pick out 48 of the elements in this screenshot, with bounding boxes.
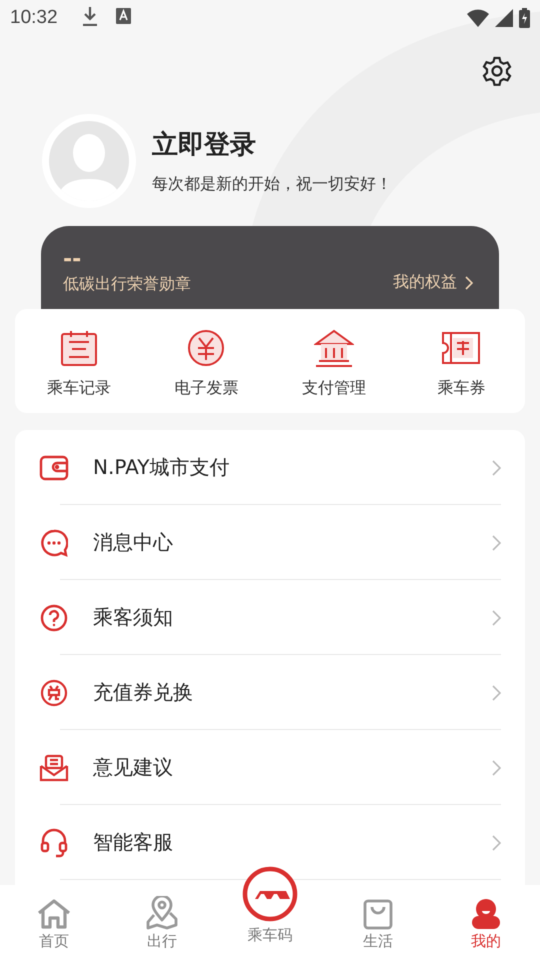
tab[interactable]: 乘车码 — [216, 867, 324, 960]
tab[interactable]: 我的 — [432, 885, 540, 960]
benefits-link[interactable]: 我的权益 — [393, 272, 473, 309]
badge-label: 低碳出行荣誉勋章 — [63, 274, 191, 295]
mail-icon — [39, 754, 69, 782]
calendar-list-icon — [60, 328, 98, 366]
menu-item[interactable]: 消息中心 — [93, 529, 492, 556]
shortcut-label[interactable]: 乘车记录 — [46, 378, 111, 398]
tab[interactable]: 生活 — [324, 885, 432, 960]
chat-bubble-icon — [40, 528, 68, 556]
menu-item[interactable]: 意见建议 — [93, 754, 492, 781]
chevron-right-icon — [465, 276, 473, 290]
wallet-icon — [39, 454, 69, 480]
yen-coin-icon — [187, 328, 226, 366]
chevron-right-icon — [492, 834, 501, 850]
exchange-coin-icon — [40, 678, 68, 706]
user-icon — [470, 898, 502, 930]
signal-icon — [495, 9, 513, 27]
ticket-icon — [441, 330, 482, 364]
clock: 10:32 — [10, 7, 58, 29]
menu-item[interactable]: 智能客服 — [93, 829, 492, 856]
chevron-right-icon — [492, 610, 501, 626]
headset-icon — [40, 828, 68, 858]
download-icon — [82, 6, 98, 26]
shortcut-label[interactable]: 乘车券 — [437, 378, 486, 398]
settings-icon[interactable] — [482, 56, 512, 86]
menu-item[interactable]: 充值券兑换 — [93, 679, 492, 706]
tab[interactable]: 出行 — [108, 885, 216, 960]
chevron-right-icon — [492, 460, 501, 476]
bank-icon — [314, 328, 354, 366]
battery-icon — [519, 8, 530, 28]
chevron-right-icon — [492, 684, 501, 700]
greeting-text: 每次都是新的开始，祝一切安好！ — [152, 174, 392, 195]
home-icon — [36, 898, 72, 930]
map-pin-icon — [146, 896, 178, 930]
keyboard-notification-icon — [116, 8, 131, 24]
login-title[interactable]: 立即登录 — [152, 127, 392, 162]
menu-item[interactable]: 乘客须知 — [93, 604, 492, 631]
shopping-bag-icon — [362, 898, 394, 930]
badge-value: -- — [63, 248, 82, 272]
menu-item[interactable]: N.PAY城市支付 — [93, 454, 492, 481]
tab[interactable]: 首页 — [0, 885, 108, 960]
question-icon — [40, 604, 68, 632]
wifi-icon — [467, 9, 489, 27]
chevron-right-icon — [492, 760, 501, 776]
shortcut-label[interactable]: 支付管理 — [302, 378, 366, 398]
chevron-right-icon — [492, 534, 501, 550]
shortcut-label[interactable]: 电子发票 — [174, 378, 238, 398]
